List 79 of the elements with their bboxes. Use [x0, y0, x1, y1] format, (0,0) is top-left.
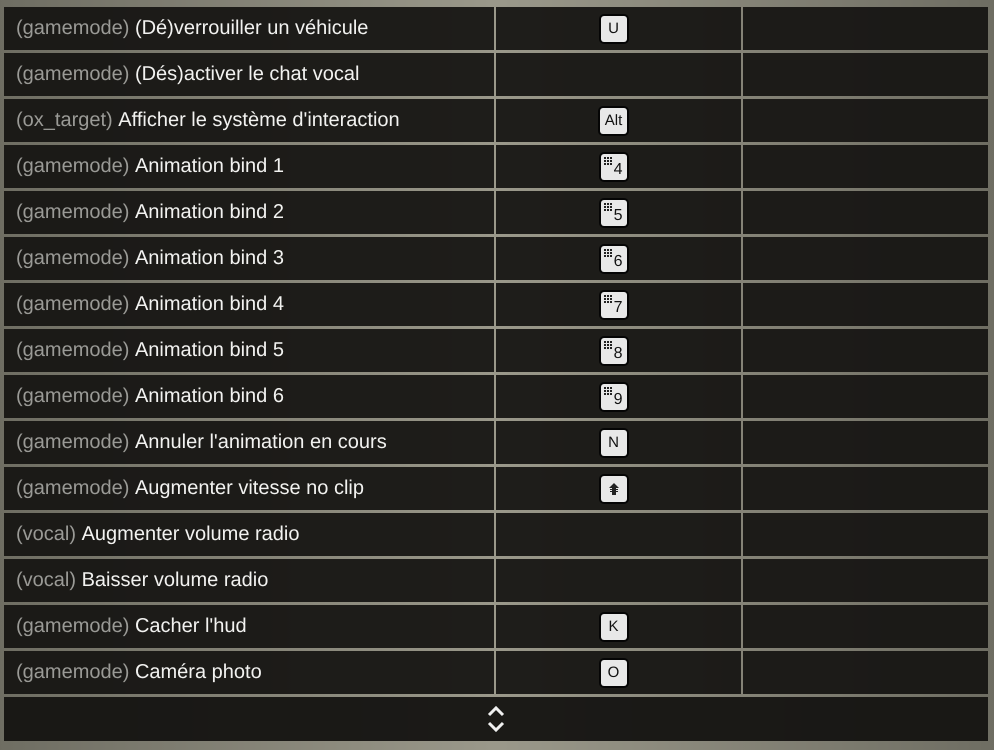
- numpad-icon: [604, 340, 612, 348]
- key-cap: 4: [600, 154, 626, 180]
- table-cell[interactable]: 9: [496, 375, 741, 418]
- resource-label: (gamemode): [16, 17, 130, 40]
- table-cell[interactable]: 5: [496, 191, 741, 234]
- action-label: Animation bind 4: [134, 293, 284, 316]
- table-cell[interactable]: O: [496, 651, 741, 694]
- resource-label: (gamemode): [16, 477, 130, 500]
- key-cap: K: [600, 614, 626, 640]
- table-cell[interactable]: [743, 7, 988, 50]
- resource-label: (vocal): [16, 523, 76, 546]
- action-label: Caméra photo: [134, 661, 262, 684]
- table-cell[interactable]: [743, 605, 988, 648]
- table-cell[interactable]: 8: [496, 329, 741, 372]
- table-cell[interactable]: [743, 421, 988, 464]
- key-cap: 5: [600, 200, 626, 226]
- table-cell[interactable]: [743, 237, 988, 280]
- resource-label: (gamemode): [16, 615, 130, 638]
- scroll-arrows-icon[interactable]: [486, 704, 506, 734]
- action-label: Animation bind 1: [134, 155, 284, 178]
- resource-label: (gamemode): [16, 201, 130, 224]
- table-cell[interactable]: U: [496, 7, 741, 50]
- action-label: Augmenter volume radio: [82, 523, 300, 546]
- resource-label: (gamemode): [16, 247, 130, 270]
- numpad-icon: [604, 294, 612, 302]
- key-cap: 7: [600, 292, 626, 318]
- table-cell[interactable]: [743, 99, 988, 142]
- table-cell[interactable]: [743, 145, 988, 188]
- table-cell[interactable]: [743, 467, 988, 510]
- table-cell[interactable]: [743, 513, 988, 556]
- table-cell[interactable]: [743, 651, 988, 694]
- action-label: Afficher le système d'interaction: [118, 109, 400, 132]
- resource-label: (vocal): [16, 569, 76, 592]
- table-cell[interactable]: [743, 329, 988, 372]
- action-label: Animation bind 3: [134, 247, 284, 270]
- table-cell[interactable]: Alt: [496, 99, 741, 142]
- key-cap: 6: [600, 246, 626, 272]
- key-cap: 8: [600, 338, 626, 364]
- numpad-icon: [604, 156, 612, 164]
- action-label: Animation bind 2: [134, 201, 284, 224]
- action-label: Augmenter vitesse no clip: [134, 477, 364, 500]
- table-cell[interactable]: [496, 513, 741, 556]
- numpad-icon: [604, 248, 612, 256]
- action-label: Annuler l'animation en cours: [134, 431, 387, 454]
- resource-label: (gamemode): [16, 385, 130, 408]
- table-cell[interactable]: [496, 53, 741, 96]
- resource-label: (gamemode): [16, 431, 130, 454]
- resource-label: (gamemode): [16, 661, 130, 684]
- resource-label: (gamemode): [16, 155, 130, 178]
- arrow-up-icon: [608, 482, 620, 496]
- action-label: (Dé)verrouiller un véhicule: [134, 17, 368, 40]
- numpad-icon: [604, 202, 612, 210]
- key-cap: Alt: [600, 108, 628, 134]
- table-cell[interactable]: [743, 375, 988, 418]
- table-cell[interactable]: [496, 559, 741, 602]
- table-cell[interactable]: [496, 467, 741, 510]
- resource-label: (gamemode): [16, 63, 130, 86]
- table-cell[interactable]: 4: [496, 145, 741, 188]
- action-label: Animation bind 5: [134, 339, 284, 362]
- resource-label: (gamemode): [16, 339, 130, 362]
- table-cell[interactable]: [743, 191, 988, 234]
- action-label: (Dés)activer le chat vocal: [134, 63, 360, 86]
- table-cell[interactable]: N: [496, 421, 741, 464]
- action-label: Cacher l'hud: [134, 615, 247, 638]
- action-label: Baisser volume radio: [82, 569, 268, 592]
- numpad-icon: [604, 386, 612, 394]
- table-cell[interactable]: 7: [496, 283, 741, 326]
- key-cap: 9: [600, 384, 626, 410]
- resource-label: (gamemode): [16, 293, 130, 316]
- table-cell[interactable]: [743, 559, 988, 602]
- table-cell[interactable]: 6: [496, 237, 741, 280]
- resource-label: (ox_target): [16, 109, 113, 132]
- key-cap: O: [600, 660, 626, 686]
- table-cell[interactable]: [743, 53, 988, 96]
- action-label: Animation bind 6: [134, 385, 284, 408]
- key-cap: N: [600, 430, 626, 456]
- table-cell[interactable]: K: [496, 605, 741, 648]
- table-cell[interactable]: [743, 283, 988, 326]
- key-cap: U: [600, 16, 626, 42]
